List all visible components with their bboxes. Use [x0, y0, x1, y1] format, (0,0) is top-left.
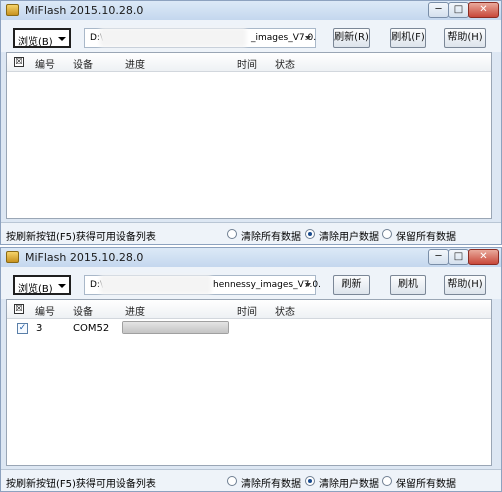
- browse-select-value: 浏览(B): [18, 37, 53, 48]
- path-prefix: D:\: [90, 33, 103, 43]
- column-progress[interactable]: 进度: [125, 303, 145, 318]
- row-id: 3: [36, 323, 43, 334]
- title-bar: MiFlash 2015.10.28.0 ─ □ ✕: [1, 248, 501, 267]
- redacted-path-area: [103, 278, 208, 291]
- column-status[interactable]: 状态: [275, 56, 295, 71]
- label-clear-all[interactable]: 清除所有数据: [241, 475, 301, 490]
- help-button[interactable]: 帮助(H): [444, 28, 486, 48]
- column-device[interactable]: 设备: [73, 303, 93, 318]
- rom-path-dropdown[interactable]: D:\ _images_V7.0.: [84, 28, 316, 48]
- flash-button[interactable]: 刷机: [390, 275, 426, 295]
- progress-fill: [123, 322, 228, 333]
- row-device: COM52: [73, 323, 110, 334]
- help-button[interactable]: 帮助(H): [444, 275, 486, 295]
- maximize-button[interactable]: □: [448, 2, 469, 18]
- column-status[interactable]: 状态: [275, 303, 295, 318]
- refresh-button[interactable]: 刷新: [333, 275, 370, 295]
- minimize-button[interactable]: ─: [428, 249, 449, 265]
- refresh-button[interactable]: 刷新(R): [333, 28, 370, 48]
- window-title: MiFlash 2015.10.28.0: [25, 4, 144, 17]
- radio-clear-all[interactable]: [227, 476, 237, 486]
- status-bar: 按刷新按钮(F5)获得可用设备列表 清除所有数据 清除用户数据 保留所有数据: [1, 222, 501, 244]
- column-id[interactable]: 编号: [35, 56, 55, 71]
- minimize-button[interactable]: ─: [428, 2, 449, 18]
- radio-clear-user-data[interactable]: [305, 476, 315, 486]
- row-checkbox[interactable]: ✓: [17, 323, 28, 334]
- radio-keep-all[interactable]: [382, 476, 392, 486]
- column-time[interactable]: 时间: [237, 56, 257, 71]
- column-time[interactable]: 时间: [237, 303, 257, 318]
- select-all-checkbox[interactable]: ☒: [14, 57, 24, 67]
- radio-keep-all[interactable]: [382, 229, 392, 239]
- device-list-header: ☒ 编号 设备 进度 时间 状态: [7, 53, 491, 72]
- label-keep-all[interactable]: 保留所有数据: [396, 228, 456, 243]
- close-button[interactable]: ✕: [468, 2, 499, 18]
- status-text: 按刷新按钮(F5)获得可用设备列表: [6, 479, 156, 490]
- select-all-checkbox[interactable]: ☒: [14, 304, 24, 314]
- title-bar: MiFlash 2015.10.28.0 ─ □ ✕: [1, 1, 501, 20]
- redacted-path-area: [103, 31, 243, 44]
- device-list-header: ☒ 编号 设备 进度 时间 状态: [7, 300, 491, 319]
- flash-button[interactable]: 刷机(F): [390, 28, 426, 48]
- browse-select[interactable]: 浏览(B): [13, 275, 71, 295]
- label-keep-all[interactable]: 保留所有数据: [396, 475, 456, 490]
- status-bar: 按刷新按钮(F5)获得可用设备列表 清除所有数据 清除用户数据 保留所有数据: [1, 469, 501, 491]
- label-clear-user-data[interactable]: 清除用户数据: [319, 228, 379, 243]
- rom-path-dropdown[interactable]: D:\ hennessy_images_V7.0.: [84, 275, 321, 295]
- chevron-down-icon: [305, 36, 311, 40]
- path-prefix: D:\: [90, 280, 103, 290]
- chevron-down-icon: [58, 37, 66, 41]
- close-button[interactable]: ✕: [468, 249, 499, 265]
- status-text: 按刷新按钮(F5)获得可用设备列表: [6, 232, 156, 243]
- label-clear-all[interactable]: 清除所有数据: [241, 228, 301, 243]
- radio-clear-all[interactable]: [227, 229, 237, 239]
- column-id[interactable]: 编号: [35, 303, 55, 318]
- browse-select-value: 浏览(B): [18, 284, 53, 295]
- toolbar: 浏览(B) D:\ _images_V7.0. 刷新(R) 刷机(F) 帮助(H…: [1, 20, 501, 52]
- device-list[interactable]: ☒ 编号 设备 进度 时间 状态: [6, 52, 492, 219]
- chevron-down-icon: [305, 283, 311, 287]
- label-clear-user-data[interactable]: 清除用户数据: [319, 475, 379, 490]
- device-list[interactable]: ☒ 编号 设备 进度 时间 状态 ✓ 3 COM52: [6, 299, 492, 466]
- miflash-app-icon: [6, 251, 19, 263]
- row-progress-bar: [122, 321, 229, 334]
- maximize-button[interactable]: □: [448, 249, 469, 265]
- column-device[interactable]: 设备: [73, 56, 93, 71]
- miflash-app-icon: [6, 4, 19, 16]
- miflash-window-1: MiFlash 2015.10.28.0 ─ □ ✕ 浏览(B) D:\ _im…: [0, 0, 502, 245]
- window-title: MiFlash 2015.10.28.0: [25, 251, 144, 264]
- table-row[interactable]: ✓ 3 COM52: [7, 319, 491, 337]
- miflash-window-2: MiFlash 2015.10.28.0 ─ □ ✕ 浏览(B) D:\ hen…: [0, 247, 502, 492]
- radio-clear-user-data[interactable]: [305, 229, 315, 239]
- column-progress[interactable]: 进度: [125, 56, 145, 71]
- browse-select[interactable]: 浏览(B): [13, 28, 71, 48]
- chevron-down-icon: [58, 284, 66, 288]
- toolbar: 浏览(B) D:\ hennessy_images_V7.0. 刷新 刷机 帮助…: [1, 267, 501, 299]
